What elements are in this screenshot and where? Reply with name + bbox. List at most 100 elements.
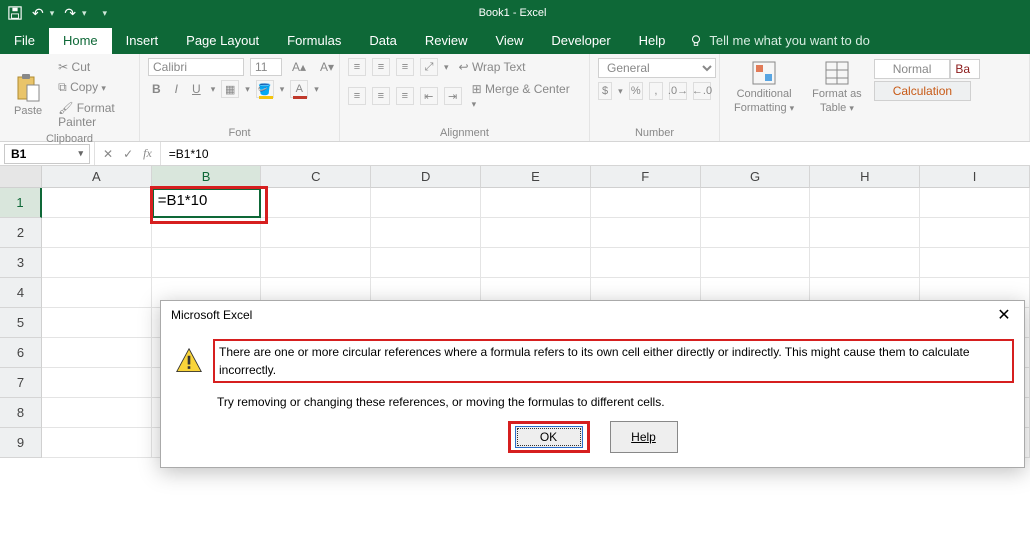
fx-icon[interactable]: fx <box>143 146 152 161</box>
tab-help[interactable]: Help <box>625 28 680 54</box>
number-format-combo[interactable]: General <box>598 58 716 78</box>
chevron-down-icon[interactable]: ▾ <box>618 86 623 97</box>
cut-button[interactable]: ✂ Cut <box>54 58 131 76</box>
tell-me-search[interactable]: Tell me what you want to do <box>679 28 879 54</box>
font-size-combo[interactable] <box>250 58 282 76</box>
name-box[interactable]: B1 ▾ <box>4 144 90 164</box>
align-center-icon[interactable]: ≡ <box>372 87 390 105</box>
cell[interactable] <box>152 218 262 248</box>
cell[interactable] <box>42 308 152 338</box>
increase-font-icon[interactable]: A▴ <box>288 58 310 76</box>
cell[interactable] <box>261 248 371 278</box>
cell[interactable] <box>920 188 1030 218</box>
format-as-table-button[interactable]: Format as Table ▾ <box>806 58 868 116</box>
cell[interactable] <box>481 218 591 248</box>
tab-home[interactable]: Home <box>49 28 112 54</box>
cell[interactable] <box>810 188 920 218</box>
col-header[interactable]: D <box>371 166 481 188</box>
chevron-down-icon[interactable]: ▾ <box>245 84 250 95</box>
col-header[interactable]: I <box>920 166 1030 188</box>
tab-view[interactable]: View <box>481 28 537 54</box>
cell[interactable] <box>42 428 152 458</box>
tab-file[interactable]: File <box>0 28 49 54</box>
redo-dropdown[interactable]: ▾ <box>82 8 87 19</box>
cell[interactable] <box>261 218 371 248</box>
tab-review[interactable]: Review <box>411 28 482 54</box>
row-header[interactable]: 3 <box>0 248 42 278</box>
cell[interactable] <box>920 248 1030 278</box>
comma-icon[interactable]: , <box>649 82 663 100</box>
col-header[interactable]: C <box>261 166 371 188</box>
cell[interactable] <box>371 218 481 248</box>
save-icon[interactable] <box>8 6 22 20</box>
tab-data[interactable]: Data <box>355 28 410 54</box>
tab-page-layout[interactable]: Page Layout <box>172 28 273 54</box>
cell[interactable] <box>701 188 811 218</box>
paste-button[interactable]: Paste <box>8 71 48 119</box>
ok-button[interactable]: OK <box>515 426 583 448</box>
cell[interactable] <box>42 188 152 218</box>
increase-decimal-icon[interactable]: .0→ <box>669 82 687 100</box>
cell[interactable] <box>42 338 152 368</box>
percent-icon[interactable]: % <box>629 82 643 100</box>
row-header[interactable]: 2 <box>0 218 42 248</box>
cell[interactable] <box>42 368 152 398</box>
col-header[interactable]: B <box>152 166 262 188</box>
cell[interactable] <box>810 248 920 278</box>
select-all-corner[interactable] <box>0 166 42 188</box>
cell[interactable] <box>261 188 371 218</box>
undo-dropdown[interactable]: ▾ <box>50 8 55 19</box>
col-header[interactable]: H <box>810 166 920 188</box>
cell[interactable] <box>42 398 152 428</box>
cell[interactable] <box>152 248 262 278</box>
format-painter-button[interactable]: 🖌 Format Painter <box>54 99 131 131</box>
decrease-font-icon[interactable]: A▾ <box>316 58 338 76</box>
row-header[interactable]: 1 <box>0 188 42 218</box>
cell[interactable] <box>701 248 811 278</box>
chevron-down-icon[interactable]: ▾ <box>444 62 449 73</box>
qat-customize-icon[interactable]: ▾ <box>103 8 108 19</box>
chevron-down-icon[interactable]: ▾ <box>280 84 285 95</box>
merge-center-button[interactable]: ⊞ Merge & Center ▾ <box>468 80 581 112</box>
align-bottom-icon[interactable]: ≡ <box>396 58 414 76</box>
enter-formula-icon[interactable]: ✓ <box>123 147 133 161</box>
row-header[interactable]: 9 <box>0 428 42 458</box>
cell[interactable] <box>701 218 811 248</box>
chevron-down-icon[interactable]: ▾ <box>78 148 83 159</box>
cell-style-calculation[interactable]: Calculation <box>874 81 971 101</box>
align-left-icon[interactable]: ≡ <box>348 87 366 105</box>
cell-style-normal[interactable]: Normal <box>874 59 951 79</box>
formula-input[interactable]: =B1*10 <box>161 147 1030 161</box>
close-icon[interactable]: ✕ <box>992 305 1016 325</box>
decrease-indent-icon[interactable]: ⇤ <box>420 87 438 105</box>
tab-formulas[interactable]: Formulas <box>273 28 355 54</box>
align-top-icon[interactable]: ≡ <box>348 58 366 76</box>
cell[interactable] <box>371 188 481 218</box>
cell[interactable] <box>591 188 701 218</box>
cell[interactable] <box>591 248 701 278</box>
tab-developer[interactable]: Developer <box>537 28 624 54</box>
align-middle-icon[interactable]: ≡ <box>372 58 390 76</box>
cell[interactable] <box>920 218 1030 248</box>
row-header[interactable]: 4 <box>0 278 42 308</box>
redo-icon[interactable]: ↷ <box>64 5 76 22</box>
cell-b1[interactable]: =B1*10 <box>152 188 262 218</box>
align-right-icon[interactable]: ≡ <box>396 87 414 105</box>
fill-color-button[interactable]: 🪣 <box>256 80 274 98</box>
col-header[interactable]: A <box>42 166 152 188</box>
row-header[interactable]: 7 <box>0 368 42 398</box>
tab-insert[interactable]: Insert <box>112 28 173 54</box>
bold-button[interactable]: B <box>148 80 165 98</box>
conditional-formatting-button[interactable]: Conditional Formatting ▾ <box>728 58 800 116</box>
cancel-formula-icon[interactable]: ✕ <box>103 147 113 161</box>
wrap-text-button[interactable]: ↩ Wrap Text <box>455 58 530 76</box>
font-color-button[interactable]: A <box>290 80 308 98</box>
cell-style-bad[interactable]: Ba <box>950 59 980 79</box>
cell[interactable] <box>42 248 152 278</box>
help-button[interactable]: Help <box>610 421 678 453</box>
chevron-down-icon[interactable]: ▾ <box>314 84 319 95</box>
cell[interactable] <box>481 248 591 278</box>
underline-button[interactable]: U <box>188 80 205 98</box>
italic-button[interactable]: I <box>171 80 182 98</box>
cell[interactable] <box>481 188 591 218</box>
